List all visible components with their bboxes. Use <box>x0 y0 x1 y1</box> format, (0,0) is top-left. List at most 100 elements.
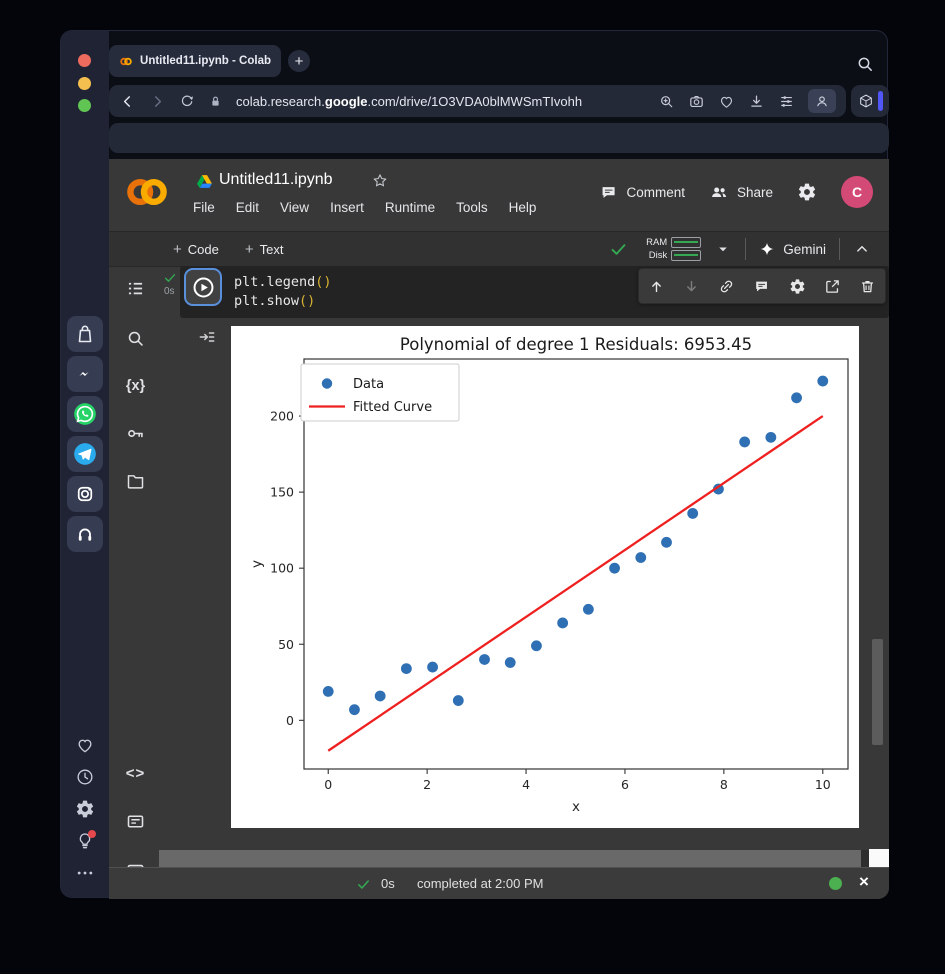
reload-button[interactable] <box>179 93 195 109</box>
window-minimize-button[interactable] <box>78 77 91 90</box>
svg-text:Polynomial of degree 1 Residua: Polynomial of degree 1 Residuals: 6953.4… <box>400 335 752 354</box>
profile-button[interactable] <box>808 89 836 113</box>
cell-output-chart: 0246810050100150200Polynomial of degree … <box>231 326 859 828</box>
run-cell-button[interactable] <box>184 268 222 306</box>
add-comment-button[interactable] <box>753 278 770 295</box>
add-text-button[interactable]: +Text <box>245 241 284 258</box>
account-avatar[interactable]: C <box>841 176 873 208</box>
downloads-button[interactable] <box>748 93 765 110</box>
reader-options-button[interactable] <box>778 93 795 110</box>
open-in-tab-button[interactable] <box>824 278 841 295</box>
resource-monitor[interactable]: RAM Disk <box>641 237 701 261</box>
star-button[interactable] <box>371 172 389 190</box>
svg-text:150: 150 <box>270 485 294 500</box>
drive-icon <box>195 172 214 191</box>
menu-view[interactable]: View <box>280 200 309 215</box>
plus-icon: + <box>173 241 182 258</box>
gear-icon <box>799 184 815 201</box>
zoom-page-button[interactable] <box>658 93 675 110</box>
magnifier-plus-icon <box>662 96 672 106</box>
rail-code-snippets[interactable]: <> <box>125 763 146 784</box>
forward-button[interactable] <box>149 93 166 110</box>
rail-files[interactable] <box>125 471 146 492</box>
app-shortcut-telegram[interactable] <box>67 436 103 472</box>
dismiss-status-button[interactable]: × <box>859 872 869 892</box>
gemini-button[interactable]: Gemini <box>759 241 826 257</box>
collapse-toolbar-button[interactable] <box>853 240 871 258</box>
rail-search[interactable] <box>125 328 146 349</box>
notebook-title[interactable]: Untitled11.ipynb <box>219 171 333 189</box>
menu-file[interactable]: File <box>193 200 215 215</box>
more-button[interactable] <box>75 863 95 883</box>
divider <box>839 238 840 260</box>
favorite-button[interactable] <box>718 93 735 110</box>
arrow-up-icon <box>653 282 660 291</box>
window-zoom-button[interactable] <box>78 99 91 112</box>
new-tab-button[interactable]: + <box>288 50 310 72</box>
delete-cell-button[interactable] <box>859 278 876 295</box>
resources-dropdown[interactable] <box>714 240 732 258</box>
share-button[interactable]: Share <box>709 182 773 202</box>
ram-gauge <box>671 237 701 248</box>
bookmarks-bar[interactable] <box>109 123 889 153</box>
url-bar[interactable]: colab.research.google.com/drive/1O3VDA0b… <box>109 85 846 117</box>
rail-command-palette[interactable] <box>125 811 146 832</box>
plus-icon: + <box>245 241 254 258</box>
extension-cube-icon <box>858 93 874 109</box>
menu-edit[interactable]: Edit <box>236 200 259 215</box>
cell-toolbar <box>638 268 886 304</box>
app-shortcut-music[interactable] <box>67 516 103 552</box>
rail-table-of-contents[interactable] <box>125 278 146 299</box>
colab-app: Untitled11.ipynb File Edit View Insert Runti… <box>109 159 889 899</box>
move-cell-down-button[interactable] <box>683 278 700 295</box>
rail-variables[interactable]: {x} <box>125 375 146 396</box>
menu-runtime[interactable]: Runtime <box>385 200 435 215</box>
chart-svg: 0246810050100150200Polynomial of degree … <box>231 326 859 828</box>
vertical-scrollbar-thumb[interactable] <box>872 639 883 745</box>
comment-button[interactable]: Comment <box>599 183 685 202</box>
svg-text:2: 2 <box>423 777 431 792</box>
add-code-button[interactable]: +Code <box>173 241 219 258</box>
screenshot-button[interactable] <box>688 93 705 110</box>
history-button[interactable] <box>75 767 95 787</box>
app-shortcut-whatsapp[interactable] <box>67 396 103 432</box>
horizontal-scrollbar-thumb[interactable] <box>159 850 861 867</box>
reload-icon <box>182 96 192 105</box>
toc-list-icon <box>129 284 142 294</box>
settings-gear-button[interactable] <box>797 182 817 202</box>
download-icon <box>752 96 761 106</box>
copy-cell-link-button[interactable] <box>718 278 735 295</box>
caret-down-icon <box>719 248 727 252</box>
tab-search-button[interactable] <box>855 54 875 74</box>
app-shortcut-instagram[interactable] <box>67 476 103 512</box>
rail-secrets[interactable] <box>125 423 146 444</box>
ram-label: RAM <box>641 237 667 248</box>
url-suffix: .com/drive/1O3VDA0blMWSmTIvohh <box>368 94 583 109</box>
app-shortcut-store[interactable] <box>67 316 103 352</box>
disk-gauge <box>671 250 701 261</box>
app-shortcut-messenger[interactable] <box>67 356 103 392</box>
extensions-box[interactable] <box>851 85 889 117</box>
menu-insert[interactable]: Insert <box>330 200 364 215</box>
messenger-icon <box>74 363 96 385</box>
telegram-icon <box>74 443 96 465</box>
move-cell-up-button[interactable] <box>648 278 665 295</box>
svg-text:6: 6 <box>621 777 629 792</box>
settings-button[interactable] <box>75 799 95 819</box>
site-security[interactable] <box>208 94 223 109</box>
colab-logo[interactable] <box>123 168 171 216</box>
suggestions-button[interactable] <box>75 831 95 851</box>
execution-status-bar: 0s completed at 2:00 PM × <box>109 867 889 899</box>
url-text[interactable]: colab.research.google.com/drive/1O3VDA0b… <box>236 94 582 109</box>
browser-tab[interactable]: Untitled11.ipynb - Colab <box>109 45 281 77</box>
favorites-button[interactable] <box>75 735 95 755</box>
menu-help[interactable]: Help <box>509 200 537 215</box>
cell-settings-button[interactable] <box>789 278 806 295</box>
url-prefix: colab.research. <box>236 94 325 109</box>
output-menu-button[interactable] <box>197 327 217 347</box>
menu-tools[interactable]: Tools <box>456 200 488 215</box>
back-button[interactable] <box>119 93 136 110</box>
window-close-button[interactable] <box>78 54 91 67</box>
svg-text:Fitted Curve: Fitted Curve <box>353 400 432 415</box>
comment-icon <box>603 187 615 198</box>
